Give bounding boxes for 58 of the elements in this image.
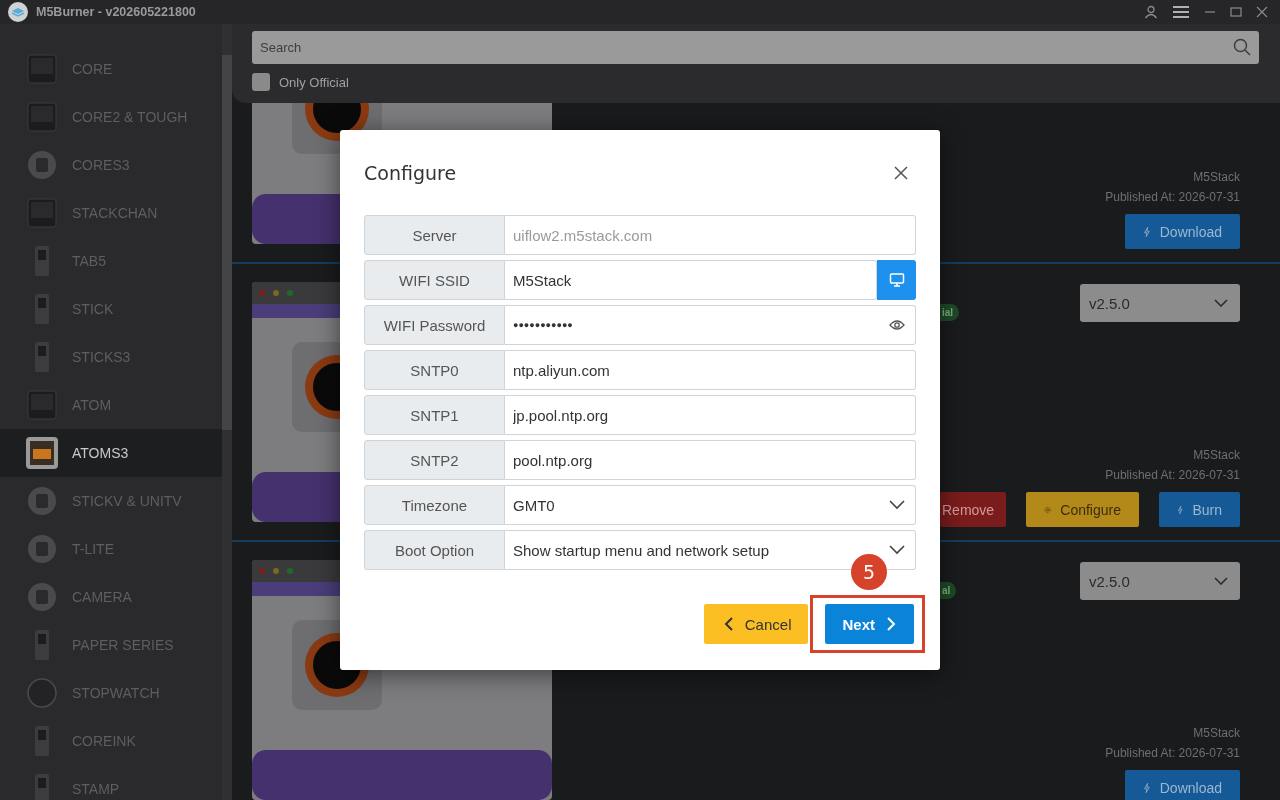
password-field[interactable]: ●●●●●●●●●●●	[505, 305, 916, 345]
next-button[interactable]: Next	[825, 604, 914, 644]
version-dropdown[interactable]: v2.5.0	[1080, 284, 1240, 322]
field-label: SNTP1	[364, 395, 505, 435]
chevron-down-icon	[1214, 299, 1228, 307]
author-text: M5Stack	[1193, 726, 1240, 740]
window-title: M5Burner - v202605221800	[36, 5, 196, 19]
sidebar-item[interactable]: ATOMS3	[0, 429, 222, 477]
close-icon[interactable]	[1256, 6, 1268, 18]
field-label: Boot Option	[364, 530, 505, 570]
menu-icon[interactable]	[1172, 5, 1190, 19]
burn-button[interactable]: Burn	[1159, 492, 1240, 527]
search-field[interactable]: Search	[252, 31, 1259, 64]
chevron-down-icon	[889, 500, 905, 510]
logo-icon	[8, 2, 28, 22]
select-field[interactable]: GMT0	[505, 485, 916, 525]
field-label: Server	[364, 215, 505, 255]
download-button[interactable]: Download	[1125, 770, 1240, 800]
maximize-icon[interactable]	[1230, 6, 1242, 18]
publish-date: Published At: 2026-07-31	[1105, 468, 1240, 482]
chevron-right-icon	[887, 617, 896, 631]
tag: ial	[940, 304, 960, 321]
search-icon[interactable]	[1233, 38, 1251, 56]
input-field[interactable]: pool.ntp.org	[505, 440, 916, 480]
lightning-icon	[1143, 780, 1151, 795]
scrollbar[interactable]	[222, 55, 232, 430]
field-label: WIFI Password	[364, 305, 505, 345]
publish-date: Published At: 2026-07-31	[1105, 190, 1240, 204]
eye-icon[interactable]	[889, 319, 905, 331]
cancel-button[interactable]: Cancel	[703, 604, 809, 644]
screen-button[interactable]	[877, 260, 916, 300]
monitor-icon	[888, 272, 905, 288]
publish-date: Published At: 2026-07-31	[1105, 746, 1240, 760]
user-icon[interactable]	[1144, 5, 1158, 19]
checkbox[interactable]	[252, 73, 270, 91]
version-dropdown[interactable]: v2.5.0	[1080, 562, 1240, 600]
chevron-down-icon	[1214, 577, 1228, 585]
author-text: M5Stack	[1193, 170, 1240, 184]
field-label: SNTP0	[364, 350, 505, 390]
lightning-icon	[1143, 224, 1151, 239]
field-label: WIFI SSID	[364, 260, 505, 300]
field-label: Timezone	[364, 485, 505, 525]
remove-button[interactable]: Remove	[940, 492, 1006, 527]
author-text: M5Stack	[1193, 448, 1240, 462]
chevron-left-icon	[723, 617, 733, 631]
close-icon[interactable]	[894, 165, 908, 180]
chevron-down-icon	[889, 545, 905, 555]
input-field[interactable]: M5Stack	[505, 260, 877, 300]
step-badge: 5	[851, 554, 887, 590]
input-field[interactable]: uiflow2.m5stack.com	[505, 215, 916, 255]
dialog-title: Configure	[364, 161, 457, 184]
tag: al	[940, 582, 957, 599]
configure-button[interactable]: Configure	[1026, 492, 1139, 527]
input-field[interactable]: ntp.aliyun.com	[505, 350, 916, 390]
input-field[interactable]: jp.pool.ntp.org	[505, 395, 916, 435]
field-label: SNTP2	[364, 440, 505, 480]
checkbox-label: Only Official	[279, 74, 349, 90]
download-button[interactable]: Download	[1125, 214, 1240, 249]
